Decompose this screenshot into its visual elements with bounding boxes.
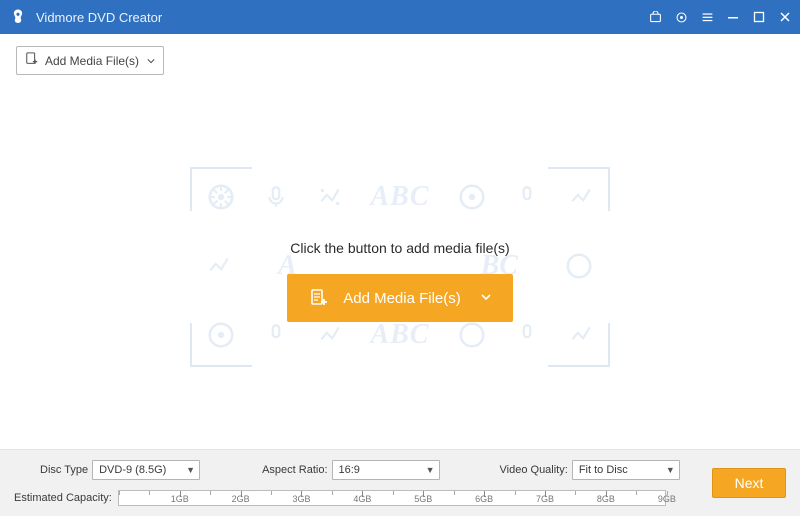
capacity-tick-label: 2GB bbox=[232, 494, 250, 504]
capacity-tick-label: 6GB bbox=[475, 494, 493, 504]
chevron-down-icon bbox=[147, 54, 155, 68]
capacity-tick-label: 5GB bbox=[414, 494, 432, 504]
settings-row: Disc Type DVD-9 (8.5G) ▼ Aspect Ratio: 1… bbox=[14, 458, 786, 480]
add-media-button-primary[interactable]: Add Media File(s) bbox=[287, 274, 513, 322]
maximize-icon[interactable] bbox=[752, 10, 766, 24]
window-controls bbox=[648, 10, 792, 24]
disc-type-select[interactable]: DVD-9 (8.5G) ▼ bbox=[92, 460, 200, 480]
add-file-icon bbox=[309, 288, 329, 308]
capacity-tick-label: 7GB bbox=[536, 494, 554, 504]
chevron-down-icon: ▼ bbox=[426, 465, 435, 475]
capacity-tick-label: 1GB bbox=[171, 494, 189, 504]
titlebar: Vidmore DVD Creator bbox=[0, 0, 800, 34]
next-button[interactable]: Next bbox=[712, 468, 786, 498]
minimize-icon[interactable] bbox=[726, 10, 740, 24]
chevron-down-icon: ▼ bbox=[666, 465, 675, 475]
add-media-label-small: Add Media File(s) bbox=[45, 54, 139, 68]
center-content: Click the button to add media file(s) Ad… bbox=[287, 240, 513, 322]
app-logo-icon bbox=[8, 7, 28, 27]
corner-decoration bbox=[548, 167, 610, 211]
video-quality-select[interactable]: Fit to Disc ▼ bbox=[572, 460, 680, 480]
corner-decoration bbox=[190, 167, 252, 211]
video-quality-value: Fit to Disc bbox=[579, 464, 628, 476]
disc-type-group: Disc Type DVD-9 (8.5G) ▼ bbox=[40, 460, 200, 480]
next-button-label: Next bbox=[735, 475, 764, 491]
disc-type-value: DVD-9 (8.5G) bbox=[99, 464, 166, 476]
chevron-down-icon: ▼ bbox=[186, 465, 195, 475]
corner-decoration bbox=[548, 323, 610, 367]
capacity-tick-label: 8GB bbox=[597, 494, 615, 504]
capacity-tick-label: 3GB bbox=[292, 494, 310, 504]
menu-icon[interactable] bbox=[700, 10, 714, 24]
aspect-ratio-label: Aspect Ratio: bbox=[262, 464, 327, 476]
corner-decoration bbox=[190, 323, 252, 367]
add-media-label-primary: Add Media File(s) bbox=[343, 290, 461, 307]
video-quality-group: Video Quality: Fit to Disc ▼ bbox=[500, 460, 680, 480]
video-quality-label: Video Quality: bbox=[500, 464, 568, 476]
main-drop-area: ABC A BC ABC Click the button to ad bbox=[0, 81, 800, 449]
toolbar: Add Media File(s) bbox=[0, 34, 800, 81]
disc-type-label: Disc Type bbox=[40, 464, 88, 476]
bottom-panel: Disc Type DVD-9 (8.5G) ▼ Aspect Ratio: 1… bbox=[0, 449, 800, 516]
drop-hint-text: Click the button to add media file(s) bbox=[290, 240, 509, 256]
aspect-ratio-select[interactable]: 16:9 ▼ bbox=[332, 460, 440, 480]
aspect-ratio-value: 16:9 bbox=[339, 464, 360, 476]
capacity-tick-label: 9GB bbox=[658, 494, 676, 504]
purchase-icon[interactable] bbox=[648, 10, 662, 24]
chevron-down-icon bbox=[481, 292, 491, 305]
capacity-bar: 1GB2GB3GB4GB5GB6GB7GB8GB9GB bbox=[118, 490, 666, 506]
capacity-tick-label: 4GB bbox=[353, 494, 371, 504]
add-media-button-small[interactable]: Add Media File(s) bbox=[16, 46, 164, 75]
estimated-capacity-label: Estimated Capacity: bbox=[14, 492, 112, 504]
close-icon[interactable] bbox=[778, 10, 792, 24]
add-file-icon bbox=[25, 52, 39, 69]
aspect-ratio-group: Aspect Ratio: 16:9 ▼ bbox=[262, 460, 439, 480]
app-title: Vidmore DVD Creator bbox=[36, 10, 648, 25]
settings-icon[interactable] bbox=[674, 10, 688, 24]
capacity-row: Estimated Capacity: 1GB 2GB 3GB 4GB 5GB 6GB 7G… bbox=[14, 490, 786, 506]
